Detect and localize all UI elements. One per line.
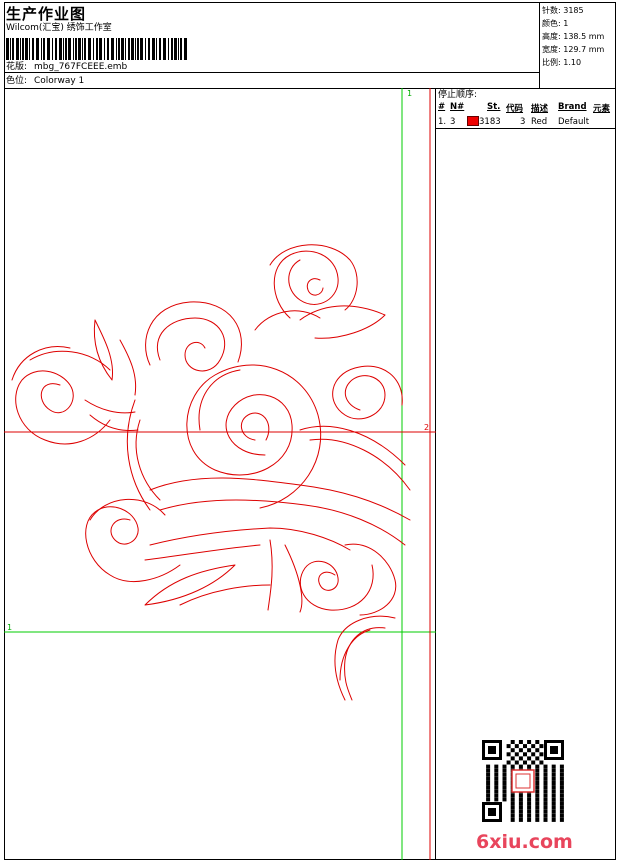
marker-top: 1 [407, 89, 412, 98]
design-canvas: 1 1 2 [4, 88, 436, 860]
marker-right: 2 [424, 423, 429, 432]
marker-left: 1 [7, 623, 12, 632]
watermark-logo: 6xiu.com [476, 831, 573, 853]
qr-code-image [480, 738, 566, 824]
